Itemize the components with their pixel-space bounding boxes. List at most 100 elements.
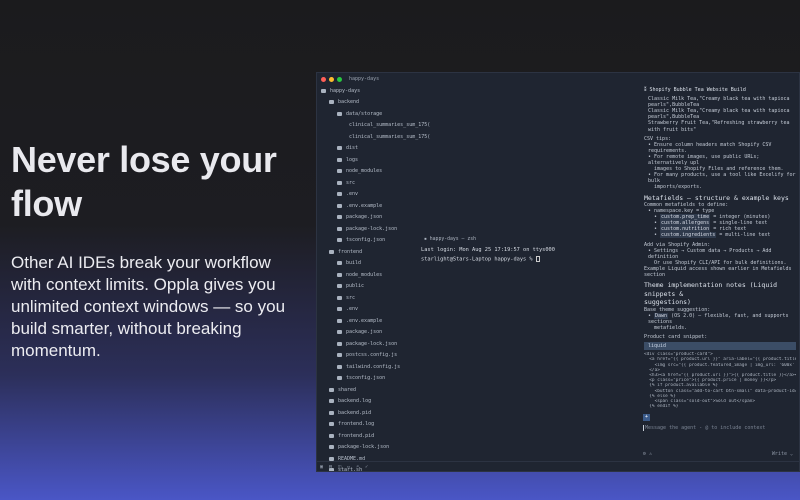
key-line: • custom.ingredients = multi-line text bbox=[654, 232, 771, 239]
file-tree-label: backend bbox=[338, 99, 360, 106]
file-tree-item[interactable]: .env.example bbox=[317, 315, 419, 327]
file-tree-item[interactable]: frontend bbox=[317, 246, 419, 258]
file-tree-item[interactable]: postcss.config.js bbox=[317, 350, 419, 362]
file-icon bbox=[337, 226, 342, 231]
file-tree-label: tsconfig.json bbox=[346, 237, 386, 244]
file-icon bbox=[337, 376, 342, 381]
check-icon[interactable]: ✓ bbox=[365, 464, 368, 470]
title-bar: happy-days bbox=[317, 73, 799, 85]
file-tree-item[interactable]: backend.pid bbox=[317, 407, 419, 419]
file-tree-item[interactable]: package.json bbox=[317, 327, 419, 339]
file-tree-item[interactable]: tailwind.config.js bbox=[317, 361, 419, 373]
file-tree-label: package.json bbox=[346, 214, 383, 221]
terminal-line: Last login: Mon Aug 25 17:19:57 on ttys0… bbox=[421, 247, 555, 253]
file-tree-item[interactable]: backend bbox=[317, 97, 419, 109]
file-icon bbox=[337, 180, 342, 185]
file-icon bbox=[337, 295, 342, 300]
terminal[interactable]: ▪ happy-days — zsh Last login: Mon Aug 2… bbox=[419, 85, 639, 461]
file-tree-item[interactable]: frontend.pid bbox=[317, 430, 419, 442]
file-tree-label: public bbox=[346, 283, 365, 290]
file-tree-label: .env.example bbox=[346, 317, 383, 324]
example-line: Example Liquid access shown earlier in M… bbox=[644, 265, 792, 279]
mode-selector[interactable]: Write ⌄ bbox=[772, 451, 793, 457]
settings-icon[interactable]: ⚙ ⚠ bbox=[643, 451, 652, 457]
add-line: • Settings → Custom data → Products → Ad… bbox=[648, 247, 772, 260]
file-tree-item[interactable]: .env.example bbox=[317, 200, 419, 212]
code-line: <button class="add-to-cart btn-small" da… bbox=[654, 388, 796, 394]
file-tree-label: frontend.log bbox=[338, 421, 375, 428]
file-tree-item[interactable]: src bbox=[317, 292, 419, 304]
file-icon bbox=[337, 284, 342, 289]
file-icon bbox=[337, 261, 342, 266]
file-icon bbox=[329, 445, 334, 450]
code-line: <img src="{{ product.featured_image | im… bbox=[654, 362, 795, 368]
file-icon bbox=[337, 146, 342, 151]
dawn-line: • Dawn (OS 2.0) — flexible, fast, and su… bbox=[648, 312, 789, 325]
close-button[interactable] bbox=[321, 76, 326, 82]
file-tree-item[interactable]: clinical_summaries_sum_175( bbox=[317, 120, 430, 132]
hero: Never lose your flow Other AI IDEs break… bbox=[11, 138, 301, 362]
file-tree-item[interactable]: shared bbox=[317, 384, 419, 396]
file-tree-item[interactable]: package-lock.json bbox=[317, 442, 419, 454]
file-tree-item[interactable]: package.json bbox=[317, 212, 419, 224]
maximize-button[interactable] bbox=[337, 76, 342, 82]
file-tree-item[interactable]: package-lock.json bbox=[317, 223, 419, 235]
csv-row: Classic Milk Tea,"Creamy black tea with … bbox=[648, 108, 790, 121]
file-tree-label: .env.example bbox=[346, 202, 383, 209]
code-block: <div class="product-card"> <a href="{{ p… bbox=[644, 352, 796, 409]
file-tree-item[interactable]: .env bbox=[317, 189, 419, 201]
file-tree-label: node_modules bbox=[346, 271, 383, 278]
file-tree-item[interactable]: happy-days bbox=[317, 85, 419, 97]
file-tree-item[interactable]: .env bbox=[317, 304, 419, 316]
message-input[interactable]: Message the agent - @ to include context bbox=[643, 425, 765, 431]
file-tree-item[interactable]: backend.log bbox=[317, 396, 419, 408]
file-icon bbox=[337, 111, 342, 116]
file-tree-label: logs bbox=[346, 156, 359, 163]
csv-row: Strawberry Fruit Tea,"Refreshing strawbe… bbox=[648, 120, 790, 133]
minimize-button[interactable] bbox=[329, 76, 334, 82]
file-tree-item[interactable]: dist bbox=[317, 143, 419, 155]
file-icon bbox=[337, 330, 342, 335]
file-tree-item[interactable]: build bbox=[317, 258, 419, 270]
file-tree-label: package.json bbox=[346, 329, 383, 336]
file-tree-item[interactable]: data/storage bbox=[317, 108, 419, 120]
search-icon[interactable]: ⌕ bbox=[356, 464, 359, 470]
file-tree-label: dist bbox=[346, 145, 359, 152]
file-tree-item[interactable]: logs bbox=[317, 154, 419, 166]
file-tree-item[interactable]: frontend.log bbox=[317, 419, 419, 431]
file-icon bbox=[329, 422, 334, 427]
file-icon bbox=[337, 341, 342, 346]
file-tree-label: happy-days bbox=[330, 87, 361, 94]
file-tree-label: node_modules bbox=[346, 168, 383, 175]
file-tree-label: package-lock.json bbox=[346, 225, 398, 232]
file-tree-item[interactable]: public bbox=[317, 281, 419, 293]
file-tree-item[interactable]: node_modules bbox=[317, 269, 419, 281]
file-tree-item[interactable]: node_modules bbox=[317, 166, 419, 178]
file-icon bbox=[337, 203, 342, 208]
file-tree-label: backend.pid bbox=[338, 409, 372, 416]
file-icon bbox=[337, 157, 342, 162]
file-tree-label: tsconfig.json bbox=[346, 375, 386, 382]
file-tree-label: src bbox=[346, 294, 356, 301]
chat-title: ⁑ Shopify Bubble Tea Website Build bbox=[644, 87, 746, 93]
cursor bbox=[535, 256, 540, 262]
file-tree-item[interactable]: package-lock.json bbox=[317, 338, 419, 350]
split-icon[interactable]: ◫ bbox=[338, 464, 341, 470]
file-icon bbox=[337, 238, 342, 243]
file-tree-label: build bbox=[346, 260, 362, 267]
sidebar-toggle-icon[interactable]: ▣ bbox=[320, 464, 323, 470]
card-snippet-label: Product card snippet: bbox=[644, 334, 708, 340]
terminal-tab[interactable]: ▪ happy-days — zsh bbox=[424, 237, 476, 242]
terminal-icon[interactable]: ▭ bbox=[347, 464, 350, 470]
file-tree-item[interactable]: tsconfig.json bbox=[317, 373, 419, 385]
file-tree-item[interactable]: tsconfig.json bbox=[317, 235, 419, 247]
file-tree-label: .env bbox=[346, 306, 359, 313]
theme-heading: suggestions) bbox=[644, 298, 691, 307]
panel-icon[interactable]: ▤ bbox=[329, 464, 332, 470]
add-context-button[interactable]: + bbox=[643, 414, 650, 421]
file-tree-item[interactable]: src bbox=[317, 177, 419, 189]
file-icon bbox=[337, 192, 342, 197]
file-tree-label: src bbox=[346, 179, 356, 186]
file-tree-item[interactable]: clinical_summaries_sum_175( bbox=[317, 131, 430, 143]
file-tree-label: package-lock.json bbox=[346, 340, 398, 347]
